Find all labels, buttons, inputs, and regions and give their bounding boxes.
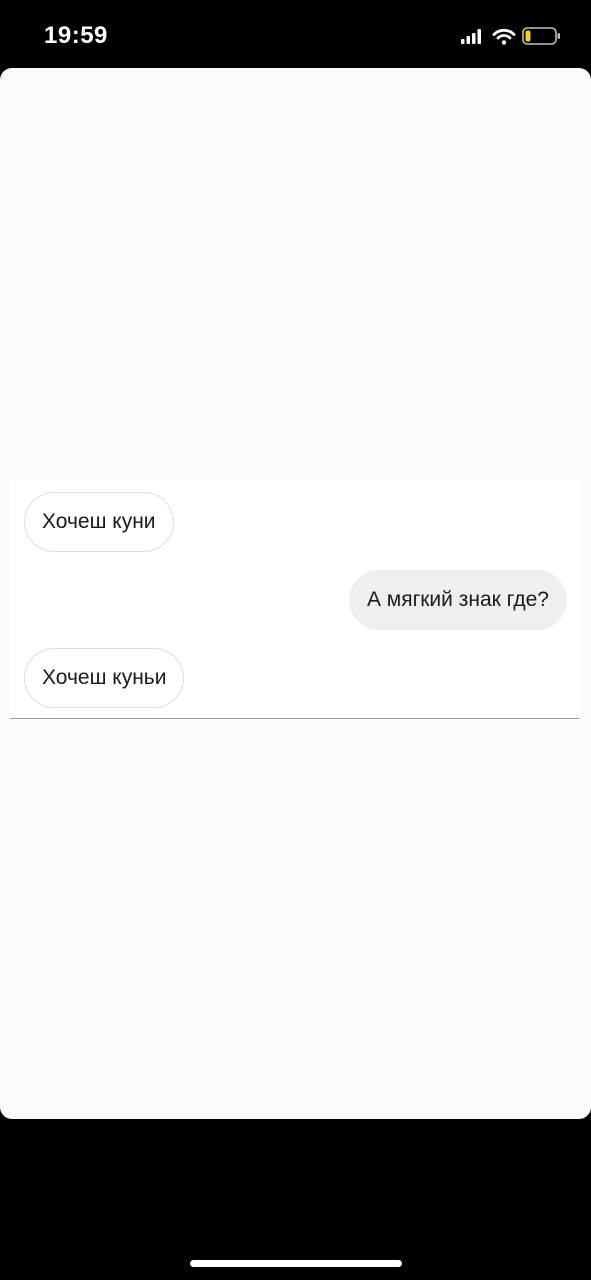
incoming-message-bubble: Хочеш куни (24, 492, 174, 552)
outgoing-message-bubble: А мягкий знак где? (348, 570, 567, 630)
incoming-message-bubble: Хочеш куньи (24, 648, 185, 708)
message-text: А мягкий знак где? (366, 588, 549, 611)
chat-screenshot: Хочеш куни А мягкий знак где? Хочеш кунь… (10, 480, 579, 720)
home-indicator[interactable] (190, 1260, 402, 1267)
status-time: 19:59 (44, 22, 108, 49)
cellular-signal-icon (461, 29, 481, 44)
status-icons (457, 24, 567, 48)
status-bar: 19:59 (0, 0, 591, 68)
message-text: Хочеш куни (42, 510, 156, 533)
battery-low-icon (522, 27, 560, 45)
screenshot-sheet: Хочеш куни А мягкий знак где? Хочеш кунь… (0, 68, 591, 1119)
wifi-icon (492, 28, 516, 45)
message-text: Хочеш куньи (42, 666, 167, 689)
divider-line (10, 718, 579, 719)
